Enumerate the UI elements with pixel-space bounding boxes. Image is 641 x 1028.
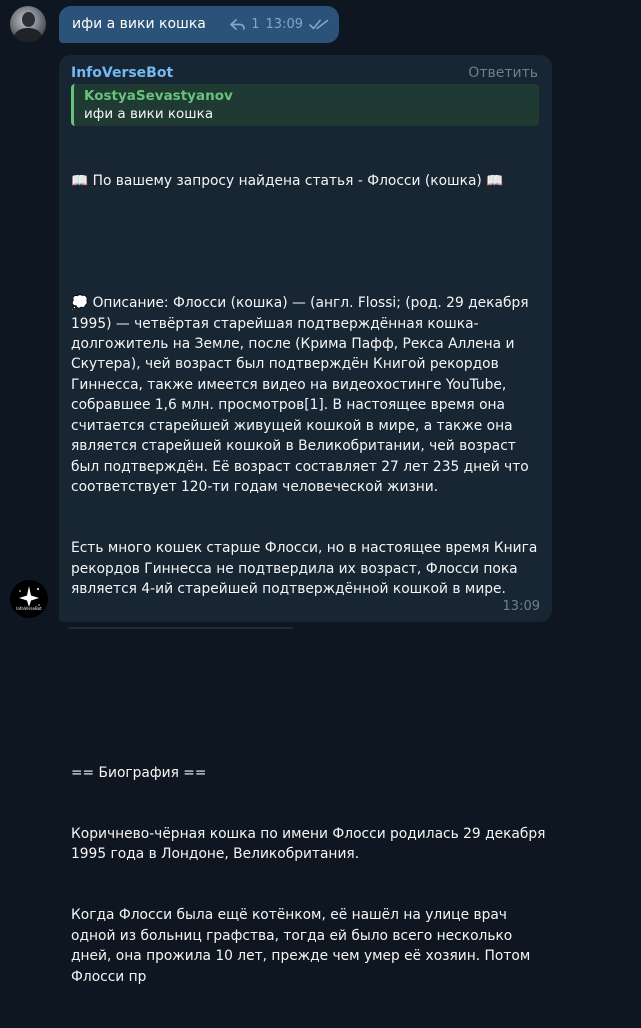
message-paragraph: Есть много кошек старше Флосси, но в нас… <box>71 540 542 597</box>
avatar-head-shape <box>22 12 35 27</box>
bot-message[interactable]: InfoVerseBot Ответить KostyaSevastyanov … <box>59 55 552 985</box>
quoted-reply[interactable]: KostyaSevastyanov ифи а вики кошка <box>71 84 539 126</box>
message-paragraph: == Биография == <box>71 764 207 781</box>
outgoing-message-meta: 1 13:09 <box>230 17 329 32</box>
message-paragraph: Коричнево-чёрная кошка по имени Флосси р… <box>71 825 550 863</box>
message-paragraph <box>71 640 547 660</box>
message-paragraph: Когда Флосси была ещё котёнком, её нашёл… <box>71 907 535 985</box>
reply-count: 1 <box>251 17 260 32</box>
message-paragraph <box>71 232 547 252</box>
quoted-text: ифи а вики кошка <box>84 106 214 122</box>
reply-arrow-icon[interactable] <box>230 18 246 31</box>
bot-avatar-caption: InfoVerseBot <box>16 606 42 611</box>
quoted-author: KostyaSevastyanov <box>84 88 233 104</box>
outgoing-message-time: 13:09 <box>265 17 303 32</box>
user-avatar[interactable] <box>10 6 46 42</box>
double-check-icon <box>309 19 329 30</box>
bot-message-body: 📖 По вашему запросу найдена статья - Фло… <box>71 130 547 1028</box>
outgoing-message-text: ифи а вики кошка <box>72 16 206 32</box>
bot-message-time: 13:09 <box>502 599 540 614</box>
avatar-shoulders-shape <box>14 28 42 42</box>
sparkle-icon <box>19 586 40 607</box>
message-paragraph: 💭 Описание: Флосси (кошка) — (англ. Flos… <box>71 295 534 495</box>
message-sender-name[interactable]: InfoVerseBot <box>71 65 173 81</box>
reply-button[interactable]: Ответить <box>468 65 538 81</box>
bot-avatar[interactable]: InfoVerseBot <box>10 580 48 618</box>
message-paragraph <box>71 701 547 721</box>
outgoing-message[interactable]: ифи а вики кошка 1 13:09 <box>59 6 339 43</box>
message-paragraph: 📖 По вашему запросу найдена статья - Фло… <box>71 172 504 189</box>
